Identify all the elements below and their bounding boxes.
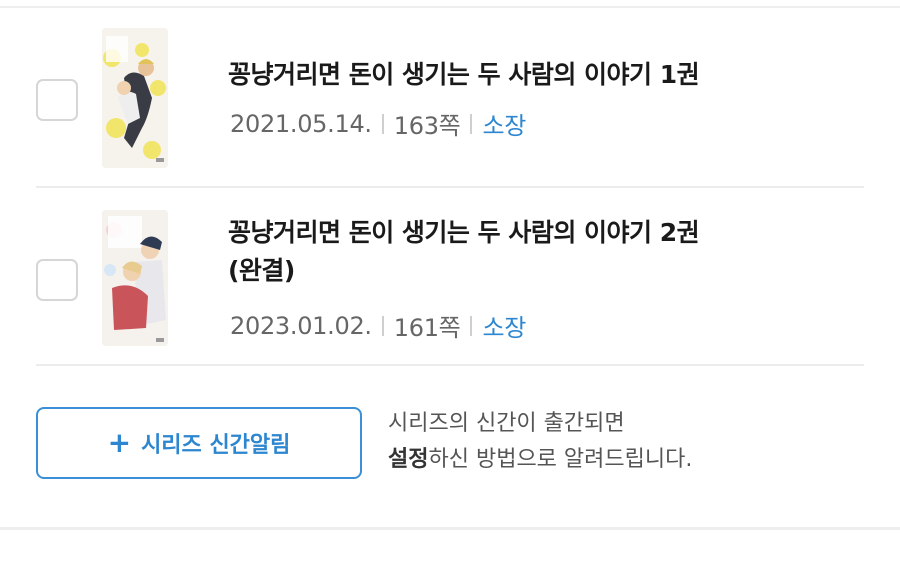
book-1-date: 2021.05.14. xyxy=(230,109,372,138)
meta-separator xyxy=(381,113,384,134)
book-1-checkbox[interactable] xyxy=(36,79,78,121)
book-row-2[interactable]: 꽁냥거리면 돈이 생기는 두 사람의 이야기 2권 (완결) 2023.01.0… xyxy=(36,190,864,366)
alarm-desc-bold: 설정 xyxy=(388,447,429,472)
book-1-pages: 163쪽 xyxy=(393,112,461,140)
book-2-ownership: 소장 xyxy=(482,314,527,342)
alarm-desc-line1: 시리즈의 신간이 출간되면 xyxy=(388,411,625,436)
alarm-desc-rest: 하신 방법으로 알려드립니다. xyxy=(428,447,693,472)
series-book-list: 꽁냥거리면 돈이 생기는 두 사람의 이야기 1권 2021.05.14. 16… xyxy=(0,0,900,565)
alarm-desc-line2: 설정하신 방법으로 알려드립니다. xyxy=(388,442,868,478)
book-2-checkbox[interactable] xyxy=(36,259,78,301)
book-2-title[interactable]: 꽁냥거리면 돈이 생기는 두 사람의 이야기 2권 (완결) xyxy=(228,214,788,290)
book-2-date: 2023.01.02. xyxy=(230,311,372,340)
book-row-1[interactable]: 꽁냥거리면 돈이 생기는 두 사람의 이야기 1권 2021.05.14. 16… xyxy=(36,10,864,188)
meta-separator xyxy=(381,315,384,336)
book-1-cover[interactable] xyxy=(102,28,168,168)
book-2-title-line2: (완결) xyxy=(228,256,295,285)
bottom-divider xyxy=(0,527,900,530)
alarm-button-label: 시리즈 신간알림 xyxy=(141,433,291,458)
top-divider xyxy=(0,6,900,8)
book-2-cover[interactable] xyxy=(102,210,168,346)
alarm-description: 시리즈의 신간이 출간되면 설정하신 방법으로 알려드립니다. xyxy=(388,406,868,478)
book-1-ownership: 소장 xyxy=(482,112,527,140)
book-2-title-line1: 꽁냥거리면 돈이 생기는 두 사람의 이야기 2권 xyxy=(228,218,700,247)
book-1-title[interactable]: 꽁냥거리면 돈이 생기는 두 사람의 이야기 1권 xyxy=(228,56,788,94)
series-new-release-alarm-button[interactable]: + 시리즈 신간알림 xyxy=(36,407,362,479)
book-2-meta: 2023.01.02. 161쪽 소장 xyxy=(230,308,526,343)
book-2-pages: 161쪽 xyxy=(393,314,461,342)
plus-icon: + xyxy=(107,426,132,459)
meta-separator xyxy=(470,315,473,336)
book-1-meta: 2021.05.14. 163쪽 소장 xyxy=(230,106,526,141)
meta-separator xyxy=(470,113,473,134)
